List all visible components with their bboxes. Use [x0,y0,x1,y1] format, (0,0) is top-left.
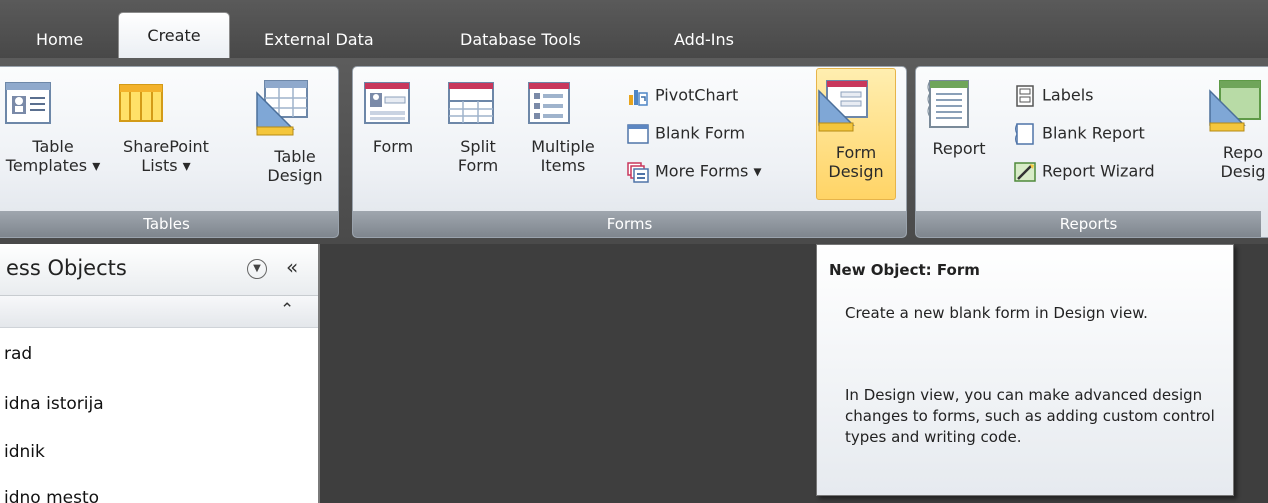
blank-form-icon [627,123,649,145]
pivotchart-button[interactable]: PivotChart [627,81,738,109]
split-form-icon [447,79,509,129]
sharepoint-lists-icon [116,79,216,129]
table-design-icon [255,79,335,139]
form-icon [363,79,423,129]
report-wizard-icon [1014,161,1036,183]
tooltip-description: Create a new blank form in Design view. [845,304,1148,322]
sharepoint-lists-label: SharePoint Lists ▾ [123,137,209,175]
navigation-pane: ess Objects ▼ « ⌃ rad idna istorija idni… [0,244,320,503]
navigation-group-header[interactable]: ⌃ [0,296,318,328]
navigation-pane-title[interactable]: ess Objects [6,256,127,280]
table-templates-label: Table Templates ▾ [5,137,101,175]
form-label: Form [372,137,414,156]
more-forms-label: More Forms ▾ [655,161,762,181]
reports-group-label: Reports [916,211,1261,237]
list-item[interactable]: idna istorija [4,392,104,416]
report-wizard-label: Report Wizard [1042,161,1155,181]
report-design-label: Repo Desig [1220,143,1266,181]
multiple-items-icon [525,79,601,129]
chevron-down-icon[interactable]: ▼ [247,259,267,279]
blank-report-icon [1014,122,1036,145]
form-design-icon [817,79,895,135]
split-form-button[interactable]: Split Form [447,79,509,175]
tab-external-data[interactable]: External Data [250,22,388,58]
labels-button[interactable]: Labels [1014,81,1094,109]
tables-group-label: Tables [0,211,338,237]
blank-report-label: Blank Report [1042,123,1145,143]
tab-home[interactable]: Home [22,22,97,58]
tooltip-detail: In Design view, you can make advanced de… [845,386,1215,446]
forms-group-label: Forms [353,211,906,237]
table-design-label: Table Design [267,147,323,185]
shutter-bar-collapse-icon[interactable]: « [286,255,298,279]
navigation-pane-header: ess Objects ▼ « [0,244,318,296]
ribbon: Table Templates ▾ SharePoint Lists ▾ Tab… [0,58,1268,244]
blank-form-label: Blank Form [655,123,746,143]
super-tooltip: New Object: Form Create a new blank form… [816,244,1234,496]
tables-group: Table Templates ▾ SharePoint Lists ▾ Tab… [0,66,339,238]
list-item[interactable]: idnik [4,440,45,464]
split-form-label: Split Form [457,137,499,175]
report-button[interactable]: Report [924,79,994,158]
blank-form-button[interactable]: Blank Form [627,119,745,147]
forms-group: Form Split Form Multiple Items PivotChar… [352,66,907,238]
pivotchart-label: PivotChart [655,85,739,105]
list-item[interactable]: rad [4,342,32,366]
form-button[interactable]: Form [363,79,423,156]
report-design-icon [1208,79,1268,135]
table-design-button[interactable]: Table Design [255,79,335,185]
report-label: Report [932,139,986,158]
ribbon-tab-strip: Home Create External Data Database Tools… [0,0,1268,62]
pivotchart-icon [627,85,649,107]
table-templates-button[interactable]: Table Templates ▾ [3,79,103,175]
more-forms-icon [627,161,649,183]
tab-create[interactable]: Create [118,12,230,62]
blank-report-button[interactable]: Blank Report [1014,119,1145,147]
report-wizard-button[interactable]: Report Wizard [1014,157,1155,185]
sharepoint-lists-button[interactable]: SharePoint Lists ▾ [116,79,216,175]
labels-label: Labels [1042,85,1094,105]
more-forms-button[interactable]: More Forms ▾ [627,157,762,185]
report-design-button[interactable]: Repo Desig [1208,79,1268,181]
report-icon [924,79,994,131]
labels-icon [1014,84,1036,107]
double-chevron-up-icon[interactable]: ⌃ [280,300,294,320]
table-templates-icon [3,79,103,129]
tab-add-ins[interactable]: Add-Ins [660,22,748,58]
reports-group: Report Labels Blank Report Report Wizard… [915,66,1268,238]
form-design-label: Form Design [828,143,884,181]
list-item[interactable]: idno mesto [4,486,99,503]
form-design-button[interactable]: Form Design [816,68,896,200]
tooltip-title: New Object: Form [829,261,980,279]
multiple-items-button[interactable]: Multiple Items [525,79,601,175]
multiple-items-label: Multiple Items [531,137,595,175]
tab-database-tools[interactable]: Database Tools [446,22,595,58]
